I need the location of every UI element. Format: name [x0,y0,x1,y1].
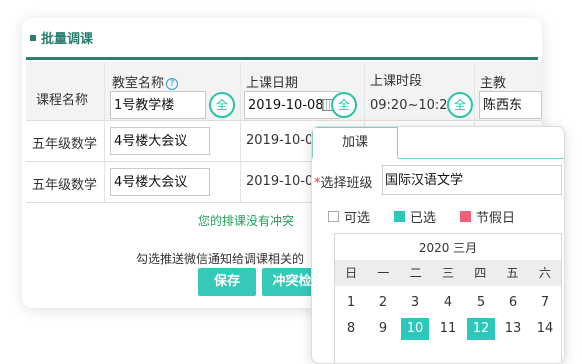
calendar-day[interactable]: 2 [369,292,397,314]
selected-swatch [394,211,405,222]
header-time: 上课时段 [370,74,423,89]
wechat-notify-hint: 勾选推送微信通知给调课相关的 [136,252,305,266]
weekday: 六 [538,266,551,280]
row-classroom-input[interactable]: 4号楼大会议 [110,127,210,155]
weekday: 五 [506,266,519,280]
legend-selected: 已选 [394,207,436,226]
column-divider [104,62,105,202]
calendar-day[interactable]: 9 [369,318,397,340]
teacher-input[interactable]: 陈西东 [479,91,542,119]
weekday: 三 [441,266,454,280]
row-date[interactable]: 2019-10-0 [246,133,313,148]
calendar-month-title: 2020 三月 [418,241,478,255]
calendar-weekdays: 日 一 二 三 四 五 六 [335,260,561,286]
holiday-swatch [460,211,471,222]
class-select-label: *选择班级 [314,176,373,191]
title-marker [30,34,36,41]
classroom-input[interactable]: 1号教学楼 [110,91,206,119]
header-course: 课程名称 [36,93,89,108]
calendar-day[interactable]: 5 [467,292,495,314]
calendar-day[interactable]: 7 [531,292,559,314]
date-apply-all-button[interactable]: 全 [331,92,357,118]
row-course: 五年级数学 [32,137,98,152]
weekday: 二 [409,266,422,280]
calendar-day[interactable]: 12 [467,318,495,340]
title-divider [26,57,538,60]
row-date[interactable]: 2019-10-0 [246,174,313,189]
weekday: 一 [377,266,390,280]
header-classroom: 教室名称? [112,72,179,91]
available-swatch [328,211,339,222]
section-title: 批量调课 [30,28,93,47]
header-date: 上课日期 [246,76,299,91]
row-classroom-input[interactable]: 4号楼大会议 [110,168,210,196]
tab-underline [398,158,564,159]
calendar-day[interactable]: 1 [337,292,365,314]
calendar: 2020 三月 日 一 二 三 四 五 六 1 2 3 4 5 6 7 8 9 … [334,233,562,363]
calendar-day[interactable]: 3 [401,292,429,314]
legend-available: 可选 [328,207,370,226]
help-icon[interactable]: ? [166,78,179,90]
calendar-day[interactable]: 8 [337,318,365,340]
time-value[interactable]: 09:20~10:20 [370,98,456,113]
tab-add-class[interactable]: 加课 [312,127,398,159]
calendar-day[interactable]: 10 [401,318,429,340]
header-teacher: 主教 [480,76,507,91]
save-button[interactable]: 保存 [198,268,256,296]
calendar-day[interactable]: 6 [499,292,527,314]
calendar-day[interactable]: 13 [499,318,527,340]
row-course: 五年级数学 [32,178,98,193]
calendar-day[interactable]: 11 [434,318,462,340]
conflict-status: 您的排课没有冲突 [198,214,295,228]
calendar-day[interactable]: 14 [531,318,559,340]
class-select-input[interactable]: 国际汉语文学 [382,165,562,195]
legend-holiday: 节假日 [460,207,515,226]
weekday: 四 [474,266,487,280]
classroom-apply-all-button[interactable]: 全 [209,92,235,118]
weekday: 日 [345,266,358,280]
calendar-day[interactable]: 4 [434,292,462,314]
column-divider [240,62,241,202]
time-apply-all-button[interactable]: 全 [447,92,473,118]
add-class-popup: 加课 *选择班级 国际汉语文学 可选 已选 节假日 2020 三月 日 一 二 … [311,126,565,364]
